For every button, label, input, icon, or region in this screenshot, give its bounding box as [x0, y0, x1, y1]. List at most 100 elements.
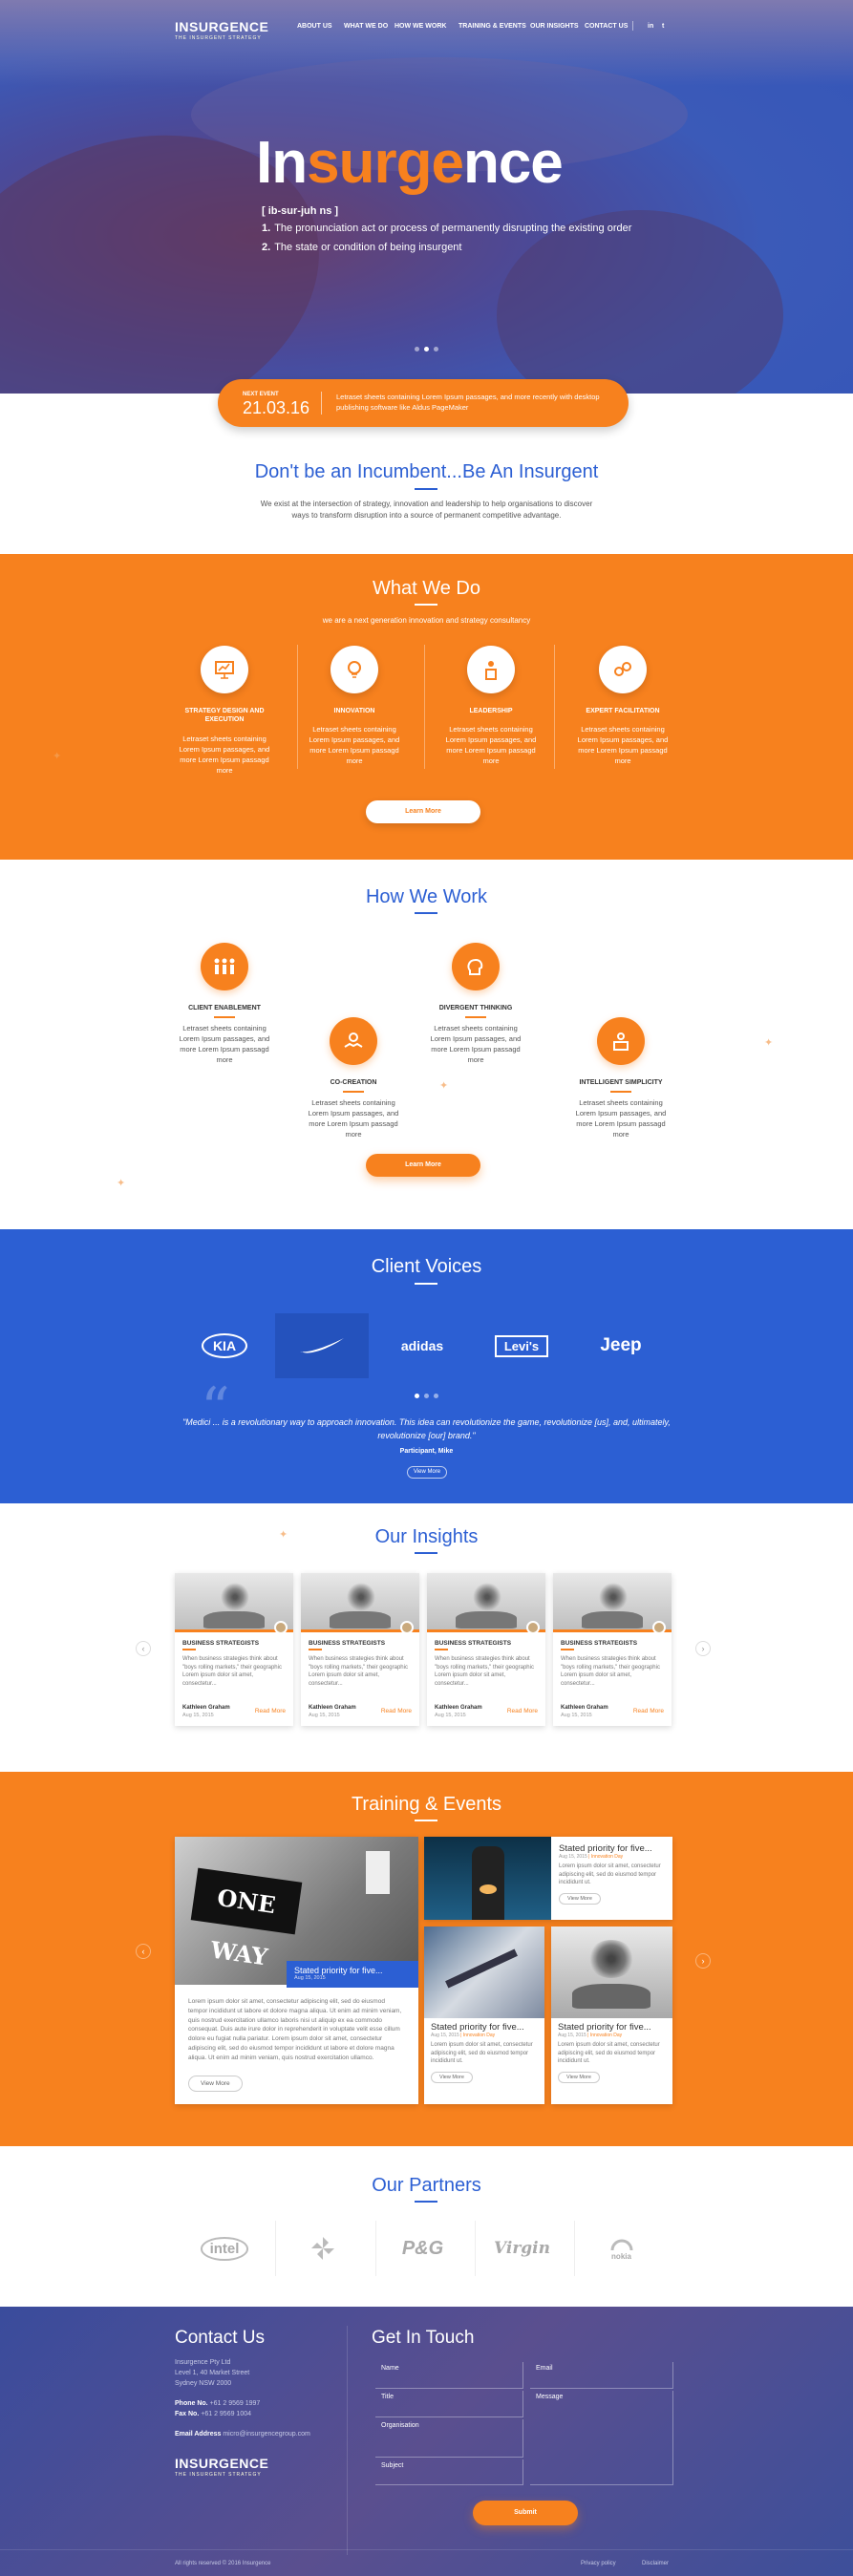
read-more-link[interactable]: Read More — [507, 1708, 538, 1714]
intro-title: Don't be an Incumbent...Be An Insurgent — [254, 461, 599, 482]
next-event-bar[interactable]: NEXT EVENT 21.03.16 Letraset sheets cont… — [218, 379, 629, 427]
nav-contact-us[interactable]: CONTACT US — [585, 23, 628, 30]
lightbulb-icon — [331, 646, 378, 693]
insight-card[interactable]: BUSINESS STRATEGISTS When business strat… — [175, 1573, 293, 1726]
strategy-board-icon — [201, 646, 248, 693]
what-we-do-learn-more-button[interactable]: Learn More — [366, 800, 480, 823]
client-quote: "Medici ... is a revolutionary way to ap… — [182, 1417, 671, 1440]
disclaimer-link[interactable]: Disclaimer — [642, 2561, 669, 2566]
training-side-card-1[interactable]: Stated priority for five... Aug 15, 2015… — [424, 1837, 672, 1920]
intro-text: We exist at the intersection of strategy… — [260, 500, 593, 520]
person-idea-icon — [597, 1017, 645, 1065]
brand-adidas-logo[interactable]: adidas — [375, 1313, 469, 1378]
read-more-link[interactable]: Read More — [381, 1708, 412, 1714]
title-field[interactable]: Title — [375, 2391, 523, 2417]
service-facilitation[interactable]: EXPERT FACILITATION Letraset sheets cont… — [570, 646, 675, 767]
work-divergent-thinking[interactable]: DIVERGENT THINKING Letraset sheets conta… — [423, 943, 528, 1066]
brand-jeep-logo[interactable]: Jeep — [574, 1313, 668, 1378]
partner-intel-logo[interactable]: intel — [178, 2221, 271, 2276]
client-voices-title: Client Voices — [371, 1256, 482, 1277]
star-decor-icon: ✦ — [439, 1080, 449, 1092]
star-decor-icon: ✦ — [117, 1178, 126, 1189]
training-side-card-2[interactable]: Stated priority for five... Aug 15, 2015… — [424, 1927, 544, 2104]
what-we-do-title: What We Do — [373, 578, 480, 599]
brand-levis-logo[interactable]: Levi's — [475, 1313, 568, 1378]
twitter-icon[interactable]: t — [662, 23, 664, 30]
service-leadership[interactable]: LEADERSHIP Letraset sheets containing Lo… — [438, 646, 544, 767]
leader-podium-icon — [467, 646, 515, 693]
partner-virgin-logo[interactable]: Virgin — [475, 2221, 568, 2276]
insights-prev-arrow[interactable]: ‹ — [136, 1641, 151, 1656]
read-more-link[interactable]: Read More — [633, 1708, 664, 1714]
avatar — [400, 1621, 414, 1634]
work-client-enablement[interactable]: CLIENT ENABLEMENT Letraset sheets contai… — [172, 943, 277, 1066]
training-side-card-3[interactable]: Stated priority for five... Aug 15, 2015… — [551, 1927, 672, 2104]
insight-card[interactable]: BUSINESS STRATEGISTS When business strat… — [553, 1573, 672, 1726]
read-more-link[interactable]: Read More — [255, 1708, 286, 1714]
work-co-creation[interactable]: CO-CREATION Letraset sheets containing L… — [301, 1017, 406, 1140]
partner-pinwheel-logo[interactable] — [275, 2221, 369, 2276]
view-more-button[interactable]: View More — [559, 1893, 601, 1905]
nav-about-us[interactable]: ABOUT US — [297, 23, 332, 30]
how-we-work-learn-more-button[interactable]: Learn More — [366, 1154, 480, 1177]
brand-nike-logo[interactable] — [275, 1313, 369, 1378]
service-innovation[interactable]: INNOVATION Letraset sheets containing Lo… — [302, 646, 407, 767]
training-title: Training & Events — [351, 1794, 502, 1815]
contact-title: Contact Us — [175, 2328, 265, 2348]
insight-card[interactable]: BUSINESS STRATEGISTS When business strat… — [427, 1573, 545, 1726]
linkedin-icon[interactable]: in — [648, 23, 653, 30]
brand-kia-logo[interactable]: KIA — [178, 1313, 271, 1378]
nav-our-insights[interactable]: OUR INSIGHTS — [530, 23, 579, 30]
insights-title: Our Insights — [374, 1526, 479, 1547]
main-view-more-button[interactable]: View More — [188, 2076, 243, 2092]
site-logo[interactable]: INSURGENCE THE INSURGENT STRATEGY — [175, 19, 268, 41]
avatar — [652, 1621, 666, 1634]
view-more-button[interactable]: View More — [431, 2072, 473, 2084]
privacy-link[interactable]: Privacy policy — [581, 2561, 616, 2566]
gears-icon — [599, 646, 647, 693]
email-field[interactable]: Email — [530, 2362, 673, 2389]
partners-title: Our Partners — [372, 2175, 481, 2196]
quote-author: Participant, Mike — [399, 1448, 454, 1455]
businessman-image — [424, 1837, 551, 1920]
get-in-touch-title: Get In Touch — [372, 2328, 475, 2348]
name-field[interactable]: Name — [375, 2362, 523, 2389]
service-strategy[interactable]: STRATEGY DESIGN AND EXECUTION Letraset s… — [172, 646, 277, 776]
event-label: NEXT EVENT — [243, 392, 279, 397]
view-more-button[interactable]: View More — [558, 2072, 600, 2084]
event-text: Letraset sheets containing Lorem Ipsum p… — [336, 393, 600, 412]
partner-pg-logo[interactable]: P&G — [375, 2221, 469, 2276]
main-event-caption: Stated priority for five... Aug 15, 2015 — [287, 1961, 418, 1988]
client-view-more-button[interactable]: View More — [407, 1466, 447, 1479]
client-slider-dots[interactable] — [415, 1394, 438, 1398]
subject-field[interactable]: Subject — [375, 2459, 523, 2485]
insight-card[interactable]: BUSINESS STRATEGISTS When business strat… — [301, 1573, 419, 1726]
training-main-card[interactable]: ONE WAY Stated priority for five... Aug … — [175, 1837, 418, 2104]
organisation-field[interactable]: Organisation — [375, 2419, 523, 2458]
submit-button[interactable]: Submit — [473, 2501, 578, 2525]
star-decor-icon: ✦ — [53, 751, 62, 762]
nav-training-events[interactable]: TRAINING & EVENTS — [458, 23, 526, 30]
partner-nokia-logo[interactable]: nokia — [574, 2221, 668, 2276]
people-group-icon — [201, 943, 248, 990]
work-intelligent-simplicity[interactable]: INTELLIGENT SIMPLICITY Letraset sheets c… — [568, 1017, 673, 1140]
footer: Contact Us Insurgence Pty Ltd Level 1, 4… — [0, 2307, 853, 2576]
tree-hands-image — [551, 1927, 672, 2018]
hero-slider-dots[interactable] — [415, 347, 438, 351]
what-we-do-section: What We Do we are a next generation inno… — [0, 554, 853, 860]
event-date: 21.03.16 — [243, 398, 310, 417]
training-next-arrow[interactable]: › — [695, 1953, 711, 1969]
message-field[interactable]: Message — [530, 2391, 673, 2485]
hero-banner: INSURGENCE THE INSURGENT STRATEGY ABOUT U… — [0, 0, 853, 394]
insights-next-arrow[interactable]: › — [695, 1641, 711, 1656]
nav-how-we-work[interactable]: HOW WE WORK — [395, 23, 446, 30]
tools-image — [424, 1927, 544, 2018]
avatar — [274, 1621, 288, 1634]
hero-definition-1: 1. The pronunciation act or process of pe… — [262, 223, 632, 234]
email-link[interactable]: micro@insurgencegroup.com — [223, 2431, 310, 2438]
nav-what-we-do[interactable]: WHAT WE DO — [344, 23, 388, 30]
hero-definition-2: 2. The state or condition of being insurg… — [262, 242, 462, 253]
copyright: All rights reserved © 2016 Insurgence — [175, 2561, 271, 2566]
training-prev-arrow[interactable]: ‹ — [136, 1944, 151, 1959]
footer-logo[interactable]: INSURGENCE THE INSURGENT STRATEGY — [175, 2456, 268, 2478]
